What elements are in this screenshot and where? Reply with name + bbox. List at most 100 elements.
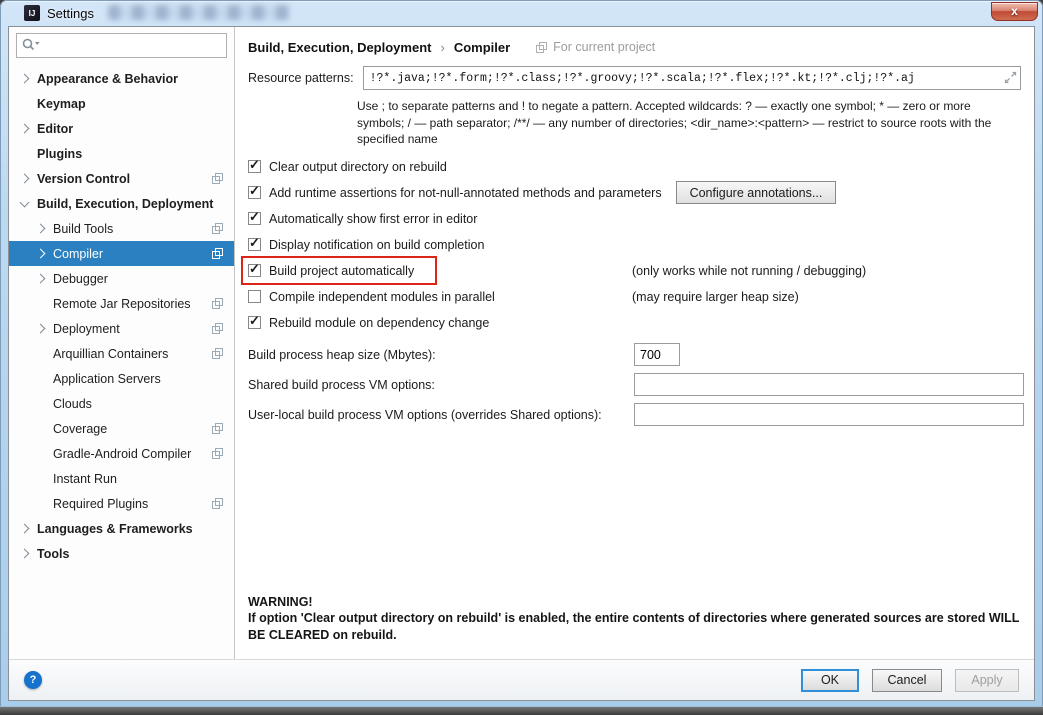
sidebar-item-instant-run[interactable]: Instant Run <box>9 466 234 491</box>
configure-annotations-button[interactable]: Configure annotations... <box>675 181 837 205</box>
sidebar-item-keymap[interactable]: Keymap <box>9 91 234 116</box>
sidebar-item-label: Version Control <box>37 171 131 186</box>
sidebar-item-application-servers[interactable]: Application Servers <box>9 366 234 391</box>
search-input[interactable] <box>16 33 227 58</box>
checkbox-label: Compile independent modules in parallel <box>269 289 495 304</box>
window-bottom-edge <box>0 706 1043 715</box>
intellij-logo-icon: IJ <box>24 5 40 21</box>
shared-build-process-vm-options-input[interactable] <box>634 373 1024 397</box>
shared-settings-icon <box>212 223 223 234</box>
chevron-down-icon <box>19 197 30 207</box>
shared-settings-icon <box>536 41 548 53</box>
build-process-fields: Build process heap size (Mbytes): Shared… <box>248 340 1024 430</box>
chevron-right-icon <box>19 123 30 134</box>
sidebar-item-build-tools[interactable]: Build Tools <box>9 216 234 241</box>
resource-patterns-input[interactable] <box>362 66 1021 90</box>
checkbox-label: Automatically show first error in editor <box>269 211 478 226</box>
sidebar-item-label: Editor <box>37 121 74 136</box>
sidebar-item-editor[interactable]: Editor <box>9 116 234 141</box>
sidebar-item-tools[interactable]: Tools <box>9 541 234 566</box>
cancel-button[interactable]: Cancel <box>872 668 942 692</box>
expand-field-icon[interactable] <box>1004 71 1017 89</box>
field-label: User-local build process VM options (ove… <box>248 407 602 422</box>
resource-patterns-help-text: Use ; to separate patterns and ! to nega… <box>357 99 992 147</box>
shared-settings-icon <box>212 448 223 459</box>
title-bar: IJ Settings x <box>0 0 1043 26</box>
shared-settings-icon <box>212 498 223 509</box>
sidebar-item-gradle-android-compiler[interactable]: Gradle-Android Compiler <box>9 441 234 466</box>
chevron-right-icon <box>19 523 30 534</box>
checkbox-display-notification-on-build-completion[interactable] <box>248 235 261 252</box>
option-row-rebuild-module-on-dependency-change: Rebuild module on dependency change <box>248 310 1021 336</box>
build-process-heap-size-mbytes-input[interactable] <box>634 343 680 367</box>
sidebar-item-clouds[interactable]: Clouds <box>9 391 234 416</box>
sidebar-item-compiler[interactable]: Compiler <box>9 241 234 266</box>
sidebar-item-arquillian-containers[interactable]: Arquillian Containers <box>9 341 234 366</box>
sidebar-item-label: Appearance & Behavior <box>37 71 179 86</box>
sidebar-item-label: Coverage <box>53 421 108 436</box>
sidebar-item-build-execution-deployment[interactable]: Build, Execution, Deployment <box>9 191 234 216</box>
scope-label: For current project <box>553 40 656 54</box>
sidebar-item-plugins[interactable]: Plugins <box>9 141 234 166</box>
shared-settings-icon <box>212 173 223 184</box>
sidebar-item-label: Plugins <box>37 146 83 161</box>
sidebar-item-languages-frameworks[interactable]: Languages & Frameworks <box>9 516 234 541</box>
option-hint: (only works while not running / debuggin… <box>632 263 867 278</box>
close-button[interactable]: x <box>991 2 1038 21</box>
sidebar-item-debugger[interactable]: Debugger <box>9 266 234 291</box>
compiler-options-list: Clear output directory on rebuild Add ru… <box>241 154 1021 336</box>
settings-window: IJ Settings x Appearance & Behavior Keym… <box>0 0 1043 715</box>
search-icon[interactable] <box>22 38 40 57</box>
option-row-clear-output-directory-on-rebuild: Clear output directory on rebuild <box>248 154 1021 180</box>
shared-settings-icon <box>212 348 223 359</box>
checkbox-compile-independent-modules-in-parallel[interactable] <box>248 290 261 304</box>
checkbox-build-project-automatically[interactable] <box>248 261 261 278</box>
sidebar-item-label: Build, Execution, Deployment <box>37 196 214 211</box>
sidebar-item-label: Gradle-Android Compiler <box>53 446 192 461</box>
sidebar-item-label: Tools <box>37 546 70 561</box>
field-label: Build process heap size (Mbytes): <box>248 347 436 362</box>
ok-button[interactable]: OK <box>800 668 859 692</box>
checkbox-automatically-show-first-error-in-editor[interactable] <box>248 209 261 226</box>
breadcrumb-current: Compiler <box>453 39 511 55</box>
breadcrumb-parent[interactable]: Build, Execution, Deployment <box>248 40 431 55</box>
chevron-right-icon <box>19 73 30 84</box>
sidebar-item-label: Build Tools <box>53 221 114 236</box>
checkbox-label: Clear output directory on rebuild <box>269 159 447 174</box>
option-row-add-runtime-assertions-for-not-null-annotated-methods-and-parameters: Add runtime assertions for not-null-anno… <box>248 180 1021 206</box>
checkbox-rebuild-module-on-dependency-change[interactable] <box>248 313 261 330</box>
user-local-build-process-vm-options-overrides-shared-options-input[interactable] <box>634 403 1024 427</box>
checkbox-label: Build project automatically <box>269 263 415 278</box>
apply-button[interactable]: Apply <box>955 668 1019 692</box>
sidebar-item-label: Compiler <box>53 246 104 261</box>
help-icon[interactable]: ? <box>24 671 42 689</box>
shared-settings-icon <box>212 298 223 309</box>
scope-indicator: For current project <box>536 40 655 54</box>
option-hint: (may require larger heap size) <box>632 289 799 304</box>
chevron-right-icon <box>35 223 46 234</box>
shared-settings-icon <box>212 423 223 434</box>
window-title: Settings <box>47 5 94 21</box>
chevron-right-icon <box>35 323 46 334</box>
resource-patterns-row: Resource patterns: <box>248 66 1021 90</box>
settings-tree: Appearance & Behavior Keymap Editor Plug… <box>9 66 234 566</box>
chevron-right-icon <box>19 548 30 559</box>
sidebar-item-label: Deployment <box>53 321 120 336</box>
sidebar-item-coverage[interactable]: Coverage <box>9 416 234 441</box>
shared-settings-icon <box>212 248 223 259</box>
checkbox-clear-output-directory-on-rebuild[interactable] <box>248 157 261 174</box>
sidebar-item-required-plugins[interactable]: Required Plugins <box>9 491 234 516</box>
compiler-settings-pane: Build, Execution, Deployment › Compiler … <box>235 27 1034 659</box>
sidebar-item-deployment[interactable]: Deployment <box>9 316 234 341</box>
sidebar-item-label: Debugger <box>53 271 108 286</box>
sidebar-item-version-control[interactable]: Version Control <box>9 166 234 191</box>
search-box <box>16 33 227 58</box>
warning-block: WARNING! If option 'Clear output directo… <box>248 594 1030 644</box>
sidebar-item-remote-jar-repositories[interactable]: Remote Jar Repositories <box>9 291 234 316</box>
settings-sidebar: Appearance & Behavior Keymap Editor Plug… <box>9 27 235 659</box>
sidebar-item-appearance-behavior[interactable]: Appearance & Behavior <box>9 66 234 91</box>
sidebar-item-label: Arquillian Containers <box>53 346 169 361</box>
checkbox-add-runtime-assertions-for-not-null-annotated-methods-and-parameters[interactable] <box>248 183 261 200</box>
sidebar-item-label: Keymap <box>37 96 86 111</box>
option-row-build-project-automatically: Build project automatically (only works … <box>241 255 1021 285</box>
